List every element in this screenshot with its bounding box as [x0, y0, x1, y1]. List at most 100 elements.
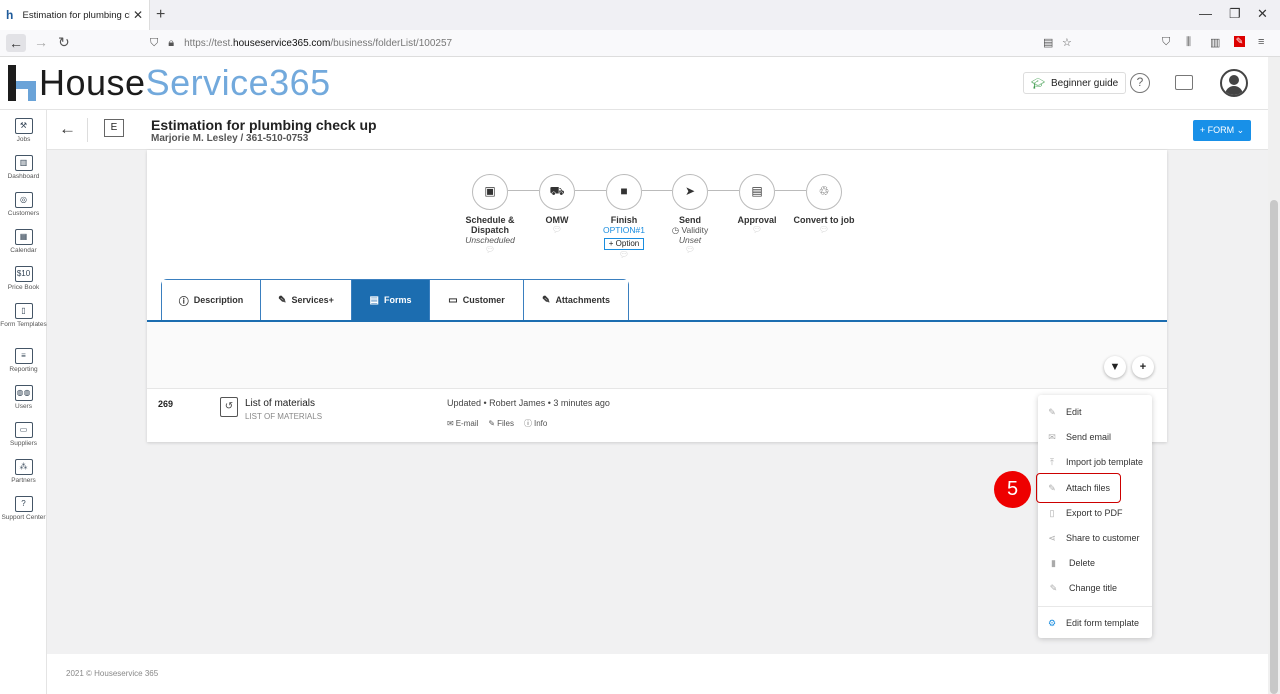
menu-item-send-email[interactable]: ✉ Send email [1038, 427, 1152, 447]
menu-icon[interactable]: ≡ [1258, 36, 1264, 48]
info-action[interactable]: ⓘ Info [524, 418, 547, 429]
comment-icon[interactable]: 💬︎ [650, 245, 730, 255]
new-tab-button[interactable]: + [156, 6, 165, 24]
convert-icon[interactable]: ♲ [806, 174, 842, 210]
comment-icon[interactable]: 💬︎ [450, 245, 530, 255]
add-option-button[interactable]: + Option [603, 238, 645, 250]
comment-icon[interactable]: 💬︎ [784, 225, 864, 235]
filter-button[interactable]: ▼ [1104, 356, 1126, 378]
menu-item-export-to-pdf[interactable]: ▯ Export to PDF [1038, 503, 1152, 523]
menu-divider [1038, 606, 1152, 607]
minimize-icon[interactable]: — [1199, 6, 1212, 21]
estimate-badge: E [104, 119, 124, 137]
workflow-step-convert-to-job[interactable]: ♲ Convert to job 💬︎ [784, 174, 864, 235]
menu-item-share-to-customer[interactable]: ⋖ Share to customer [1038, 528, 1152, 548]
browser-navbar: ← → ↻ ⛉ 🔒︎ https://test. houseservice365.… [0, 30, 1280, 57]
tab-label: Customer [462, 295, 505, 305]
houseservice-logo[interactable]: HouseService365 [6, 63, 331, 103]
price-icon: $10 [14, 266, 33, 282]
menu-item-change-title[interactable]: ✎ Change title [1038, 578, 1152, 598]
sidebar-item-label: Reporting [9, 366, 38, 373]
sidebar-item-reporting[interactable]: ≡ Reporting [0, 348, 47, 374]
sidebar-item-support-center[interactable]: ? Support Center [0, 496, 47, 522]
sidebar-item-users[interactable]: ◍◍ Users [0, 385, 47, 411]
sidebar-item-price-book[interactable]: $10 Price Book [0, 266, 47, 292]
report-icon: ≡ [14, 348, 33, 364]
truck-icon[interactable]: ⛟ [539, 174, 575, 210]
tab-description[interactable]: ⓘ Description [162, 280, 261, 320]
favicon-icon: h [6, 8, 14, 22]
menu-item-label: Change title [1069, 583, 1118, 593]
bookmark-star-icon[interactable]: ☆ [1062, 36, 1072, 49]
back-button[interactable]: ← [59, 119, 76, 139]
page-footer: 2021 © Houseservice 365 [47, 654, 1268, 694]
window-close-icon[interactable]: ✕ [1257, 6, 1268, 22]
reload-icon[interactable]: ↻ [58, 34, 70, 51]
stop-icon[interactable]: ■ [606, 174, 642, 210]
sidebar-item-jobs[interactable]: ⚒ Jobs [0, 118, 47, 144]
tab-attachments[interactable]: ✎ Attachments [524, 280, 628, 320]
tab-label: Description [193, 295, 244, 305]
divider [87, 118, 88, 142]
form-row[interactable]: 269 ↺ List of materials LIST OF MATERIAL… [147, 388, 1167, 442]
user-avatar-icon[interactable] [1220, 69, 1248, 97]
menu-item-icon: ✎ [1048, 406, 1056, 417]
form-name[interactable]: List of materials [245, 398, 315, 409]
menu-item-edit[interactable]: ✎ Edit [1038, 402, 1152, 422]
menu-item-delete[interactable]: ▮ Delete [1038, 553, 1152, 573]
url-prefix: https://test. [184, 37, 234, 49]
forward-arrow-icon[interactable]: → [34, 34, 48, 50]
sidebar-item-calendar[interactable]: ▦ Calendar [0, 229, 47, 255]
menu-item-icon: ⋖ [1048, 532, 1056, 543]
address-bar[interactable]: ⛉ 🔒︎ https://test. houseservice365.com/bu… [150, 33, 1085, 53]
tab-forms[interactable]: ▤ Forms [352, 280, 430, 328]
step-status-detail: Unset [678, 235, 702, 245]
menu-item-label: Share to customer [1066, 533, 1140, 543]
menu-item-icon: ✉ [1048, 431, 1056, 442]
email-label: E-mail [455, 419, 479, 428]
tab-customer[interactable]: ▭ Customer [430, 280, 524, 320]
library-icon[interactable]: ⫼ [1186, 36, 1191, 49]
users-icon: ◍◍ [14, 385, 33, 401]
step-label: Convert to job [793, 215, 855, 225]
scrollbar-thumb[interactable] [1270, 200, 1278, 694]
sidebar-item-dashboard[interactable]: ▥ Dashboard [0, 155, 47, 181]
sidebar-item-label: Form Templates [0, 321, 47, 328]
chart-icon: ▥ [14, 155, 33, 171]
support-icon: ? [14, 496, 33, 512]
sidebar-toggle-icon[interactable]: ▥ [1210, 36, 1220, 49]
extension-icon[interactable]: ✎ [1234, 36, 1245, 47]
help-icon[interactable]: ? [1130, 73, 1150, 93]
document-history-icon: ↺ [220, 397, 238, 417]
info-label: Info [533, 419, 548, 428]
reader-icon[interactable]: ▤ [1043, 36, 1053, 49]
tab-services[interactable]: ✎ Services+ [261, 280, 352, 320]
approval-icon[interactable]: ▤ [739, 174, 775, 210]
step-status-text: Validity [681, 225, 709, 235]
tab-icon: ⓘ [178, 296, 189, 308]
email-action[interactable]: ✉ E-mail [447, 418, 478, 429]
sidebar-item-customers[interactable]: ◎ Customers [0, 192, 47, 218]
sidebar-item-label: Users [15, 403, 32, 410]
pocket-icon[interactable]: ⛉ [1162, 36, 1170, 49]
menu-item-edit-form-template[interactable]: ⚙ Edit form template [1038, 613, 1152, 633]
add-form-button[interactable]: + FORM ⌄ [1193, 120, 1251, 141]
restore-icon[interactable]: ❐ [1229, 6, 1241, 22]
back-arrow-icon[interactable]: ← [6, 34, 26, 52]
beginner-guide-button[interactable]: 🎓︎ Beginner guide [1023, 72, 1127, 94]
tab-label: Forms [383, 295, 412, 305]
sidebar-item-suppliers[interactable]: ▭ Suppliers [0, 422, 47, 448]
send-icon[interactable]: ➤ [672, 174, 708, 210]
add-button[interactable]: + [1132, 356, 1154, 378]
target-icon: ◎ [14, 192, 33, 208]
browser-tab[interactable]: h Estimation for plumbing check up ✕ [0, 0, 150, 30]
sidebar-item-partners[interactable]: ⁂ Partners [0, 459, 47, 485]
close-tab-icon[interactable]: ✕ [133, 8, 143, 22]
sidebar-item-form-templates[interactable]: ▯ Form Templates [0, 303, 47, 329]
menu-item-import-job-template[interactable]: ⤒ Import job template [1038, 452, 1152, 472]
menu-item-label: Export to PDF [1066, 508, 1123, 518]
folder-icon[interactable] [1175, 75, 1193, 90]
files-action[interactable]: ✎ Files [488, 418, 514, 429]
tools-icon: ⚒ [14, 118, 33, 134]
calendar-check-icon[interactable]: ▣ [472, 174, 508, 210]
